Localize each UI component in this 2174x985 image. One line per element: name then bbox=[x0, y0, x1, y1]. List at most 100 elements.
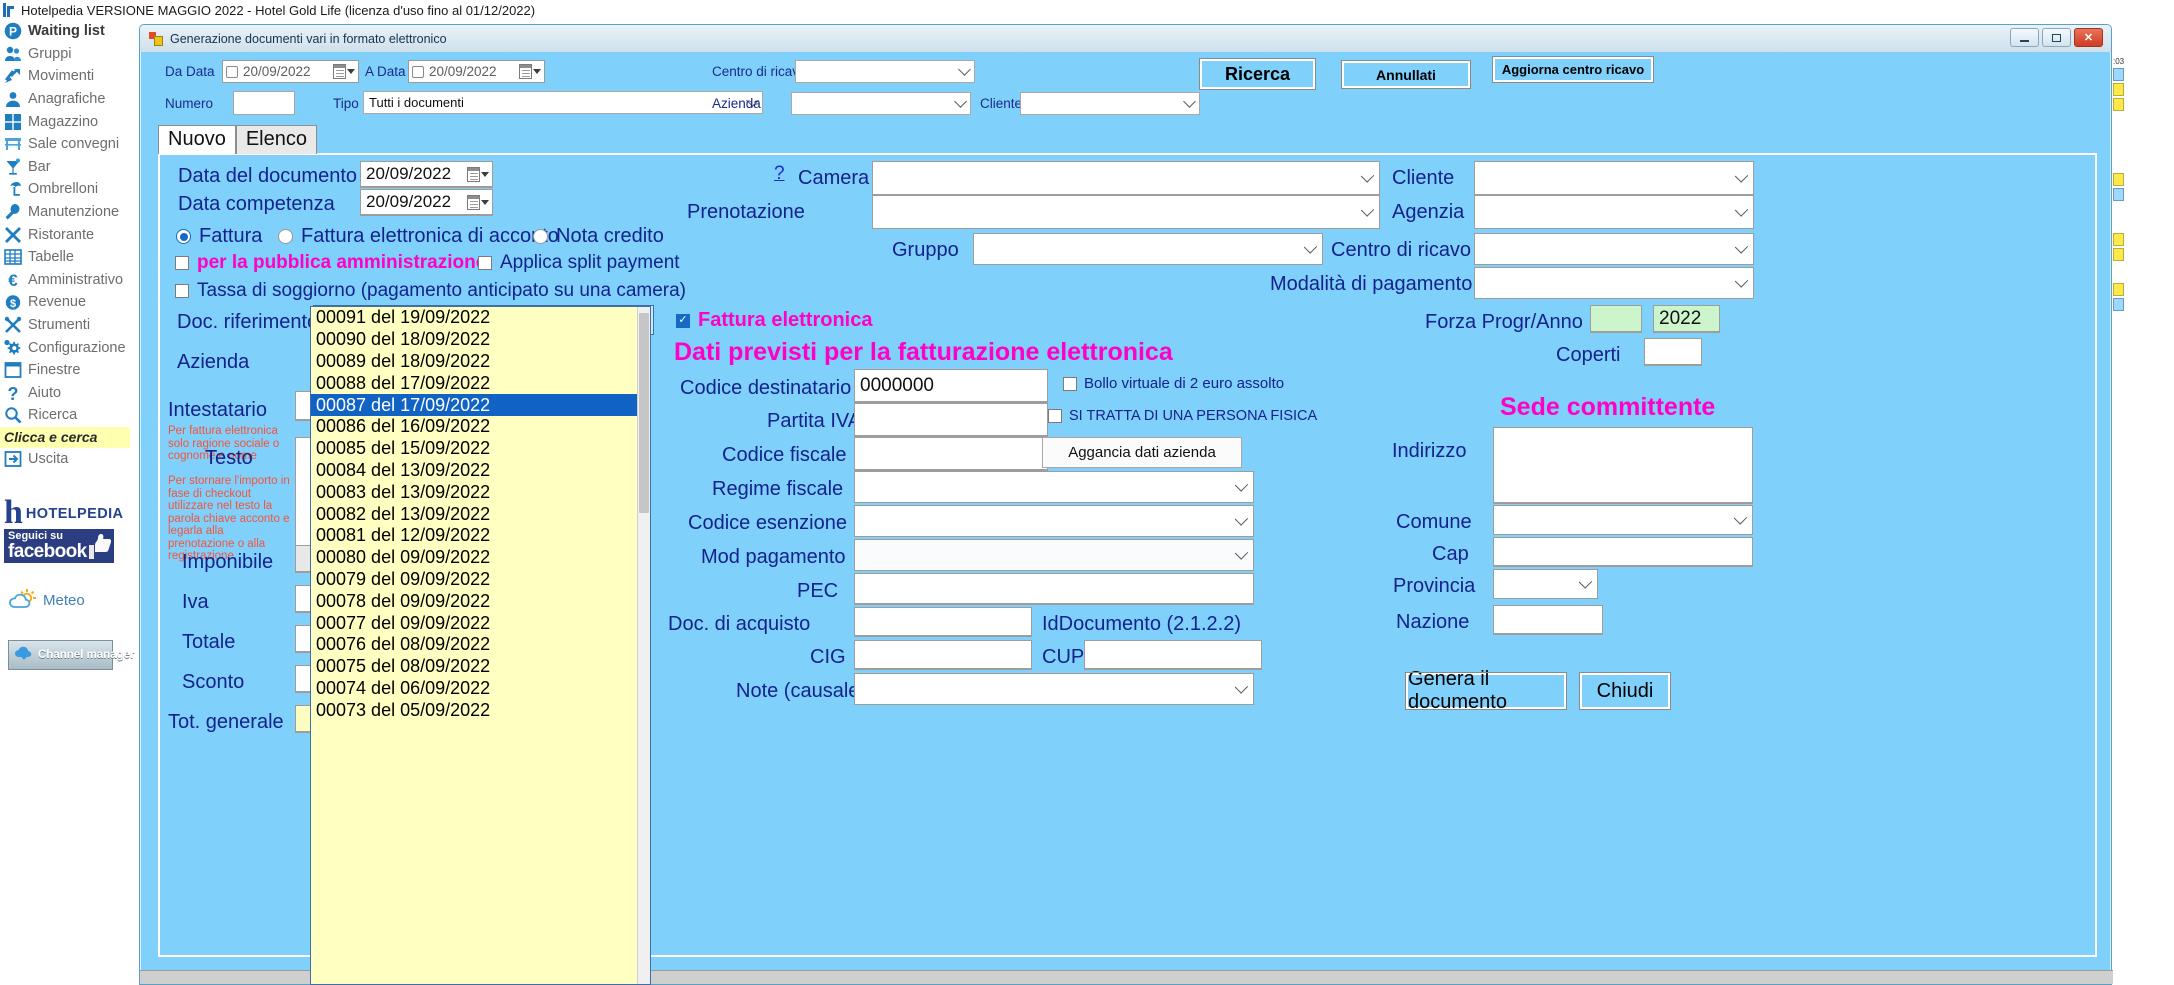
forza-progr-input[interactable] bbox=[1590, 305, 1642, 333]
partita-iva-input[interactable] bbox=[854, 403, 1048, 437]
sidebar-item-ricerca[interactable]: Ricerca bbox=[0, 404, 140, 427]
pubblica-amministrazione-checkbox-row[interactable]: per la pubblica amministrazione bbox=[175, 252, 486, 274]
sidebar-item-configurazione[interactable]: Configurazione bbox=[0, 336, 140, 359]
da-data-field[interactable]: 20/09/2022 bbox=[222, 60, 359, 83]
sidebar-item-gruppi[interactable]: Gruppi bbox=[0, 43, 140, 66]
dropdown-scrollbar-thumb[interactable] bbox=[639, 313, 649, 513]
genera-documento-button[interactable]: Genera il documento bbox=[1405, 668, 1567, 713]
doc-type-acconto-option[interactable]: Fattura elettronica di acconto bbox=[278, 225, 559, 248]
mod-pagamento-select[interactable] bbox=[854, 539, 1254, 571]
da-data-checkbox[interactable] bbox=[226, 65, 238, 78]
centro-ricavo-filter-select[interactable] bbox=[795, 60, 975, 83]
da-data-calendar-button[interactable] bbox=[333, 64, 355, 79]
comune-select[interactable] bbox=[1493, 505, 1753, 535]
aggancia-dati-azienda-button[interactable]: Aggancia dati azienda bbox=[1042, 437, 1242, 468]
dropdown-item[interactable]: 00081 del 12/09/2022 bbox=[311, 525, 650, 547]
minimize-button[interactable] bbox=[2010, 28, 2039, 47]
close-button[interactable]: ✕ bbox=[2074, 28, 2103, 47]
doc-type-nota-credito-option[interactable]: Nota credito bbox=[533, 225, 664, 248]
split-payment-checkbox[interactable] bbox=[478, 256, 492, 270]
codice-fiscale-input[interactable] bbox=[854, 437, 1048, 471]
data-competenza-field[interactable]: 20/09/2022 bbox=[360, 189, 493, 216]
fattura-elettronica-checkbox-row[interactable]: ✓ Fattura elettronica bbox=[676, 309, 872, 332]
tab-nuovo[interactable]: Nuovo bbox=[158, 125, 236, 154]
centro-ricavo-select[interactable] bbox=[1474, 233, 1754, 265]
camera-help-marker[interactable]: ? bbox=[774, 163, 785, 185]
sidebar-item-uscita[interactable]: Uscita bbox=[0, 448, 140, 471]
dropdown-scrollbar[interactable] bbox=[637, 307, 650, 984]
dropdown-item[interactable]: 00079 del 09/09/2022 bbox=[311, 569, 650, 591]
ricerca-button[interactable]: Ricerca bbox=[1199, 58, 1316, 90]
regime-fiscale-select[interactable] bbox=[854, 471, 1254, 503]
cap-input[interactable] bbox=[1493, 537, 1753, 567]
pubblica-amministrazione-checkbox[interactable] bbox=[175, 256, 189, 270]
tab-elenco[interactable]: Elenco bbox=[235, 125, 317, 154]
provincia-select[interactable] bbox=[1493, 569, 1598, 599]
tassa-soggiorno-checkbox-row[interactable]: Tassa di soggiorno (pagamento anticipato… bbox=[175, 280, 686, 302]
sidebar-item-movimenti[interactable]: Movimenti bbox=[0, 65, 140, 88]
sidebar-item-manutenzione[interactable]: Manutenzione bbox=[0, 201, 140, 224]
chiudi-button[interactable]: Chiudi bbox=[1579, 672, 1671, 710]
bollo-virtuale-checkbox[interactable] bbox=[1063, 376, 1077, 391]
facebook-banner[interactable]: Seguici su facebook bbox=[4, 529, 114, 564]
sidebar-item-tabelle[interactable]: Tabelle bbox=[0, 246, 140, 269]
meteo-widget[interactable]: Meteo bbox=[4, 587, 140, 614]
dropdown-item[interactable]: 00089 del 18/09/2022 bbox=[311, 351, 650, 373]
sidebar-item-amministrativo[interactable]: € Amministrativo bbox=[0, 269, 140, 292]
a-data-checkbox[interactable] bbox=[412, 65, 424, 78]
split-payment-checkbox-row[interactable]: Applica split payment bbox=[478, 252, 680, 274]
pec-input[interactable] bbox=[854, 573, 1254, 605]
a-data-field[interactable]: 20/09/2022 bbox=[408, 60, 545, 83]
doc-acquisto-input[interactable] bbox=[854, 607, 1032, 637]
cliente-select[interactable] bbox=[1474, 161, 1754, 195]
dropdown-item[interactable]: 00083 del 13/09/2022 bbox=[311, 481, 650, 503]
sidebar-item-ombrelloni[interactable]: Ombrelloni bbox=[0, 178, 140, 201]
anno-input[interactable]: 2022 bbox=[1653, 305, 1720, 333]
camera-select[interactable] bbox=[872, 161, 1380, 195]
dropdown-item[interactable]: 00091 del 19/09/2022 bbox=[311, 307, 650, 329]
data-documento-field[interactable]: 20/09/2022 bbox=[360, 161, 493, 188]
tassa-soggiorno-checkbox[interactable] bbox=[175, 284, 189, 298]
agenzia-select[interactable] bbox=[1474, 195, 1754, 229]
sidebar-search-hint[interactable]: Clicca e cerca bbox=[0, 426, 130, 448]
dropdown-item[interactable]: 00085 del 15/09/2022 bbox=[311, 438, 650, 460]
nazione-input[interactable] bbox=[1493, 605, 1603, 635]
prenotazione-select[interactable] bbox=[872, 195, 1380, 229]
dropdown-item[interactable]: 00088 del 17/09/2022 bbox=[311, 372, 650, 394]
bollo-virtuale-checkbox-row[interactable]: Bollo virtuale di 2 euro assolto bbox=[1063, 375, 1284, 392]
dropdown-item[interactable]: 00074 del 06/09/2022 bbox=[311, 678, 650, 700]
sidebar-item-revenue[interactable]: $ Revenue bbox=[0, 291, 140, 314]
maximize-button[interactable] bbox=[2042, 28, 2071, 47]
cliente-filter-select[interactable] bbox=[1020, 92, 1200, 115]
dropdown-item[interactable]: 00082 del 13/09/2022 bbox=[311, 503, 650, 525]
doc-type-fattura-option[interactable]: Fattura bbox=[176, 225, 262, 248]
codice-destinatario-input[interactable]: 0000000 bbox=[854, 369, 1048, 403]
tipo-select[interactable]: Tutti i documenti bbox=[363, 91, 763, 114]
data-documento-calendar-button[interactable] bbox=[467, 167, 489, 182]
sidebar-item-ristorante[interactable]: Ristorante bbox=[0, 223, 140, 246]
dropdown-item[interactable]: 00076 del 08/09/2022 bbox=[311, 634, 650, 656]
dropdown-item[interactable]: 00080 del 09/09/2022 bbox=[311, 547, 650, 569]
dropdown-item[interactable]: 00075 del 08/09/2022 bbox=[311, 656, 650, 678]
channel-manager-button[interactable]: Channel manager bbox=[8, 640, 135, 671]
sidebar-item-anagrafiche[interactable]: Anagrafiche bbox=[0, 88, 140, 111]
note-causale-select[interactable] bbox=[854, 673, 1254, 705]
codice-esenzione-select[interactable] bbox=[854, 505, 1254, 537]
indirizzo-input[interactable] bbox=[1493, 427, 1753, 504]
sidebar-item-aiuto[interactable]: ? Aiuto bbox=[0, 382, 140, 405]
sidebar-item-magazzino[interactable]: Magazzino bbox=[0, 110, 140, 133]
sidebar-item-waiting-list[interactable]: P Waiting list bbox=[0, 20, 140, 43]
sidebar-item-sale-convegni[interactable]: Sale convegni bbox=[0, 133, 140, 156]
sidebar-item-bar[interactable]: Bar bbox=[0, 156, 140, 179]
azienda-filter-select[interactable] bbox=[791, 92, 971, 115]
dropdown-item[interactable]: 00086 del 16/09/2022 bbox=[311, 416, 650, 438]
dropdown-item[interactable]: 00078 del 09/09/2022 bbox=[311, 590, 650, 612]
cup-input[interactable] bbox=[1084, 640, 1262, 670]
sidebar-item-strumenti[interactable]: Strumenti bbox=[0, 314, 140, 337]
gruppo-select[interactable] bbox=[973, 233, 1323, 265]
dropdown-item[interactable]: 00084 del 13/09/2022 bbox=[311, 460, 650, 482]
persona-fisica-checkbox-row[interactable]: SI TRATTA DI UNA PERSONA FISICA bbox=[1048, 408, 1317, 424]
aggiorna-centro-ricavo-button[interactable]: Aggiorna centro ricavo bbox=[1492, 56, 1654, 83]
annullati-button[interactable]: Annullati bbox=[1341, 60, 1471, 89]
dropdown-item[interactable]: 00077 del 09/09/2022 bbox=[311, 612, 650, 634]
